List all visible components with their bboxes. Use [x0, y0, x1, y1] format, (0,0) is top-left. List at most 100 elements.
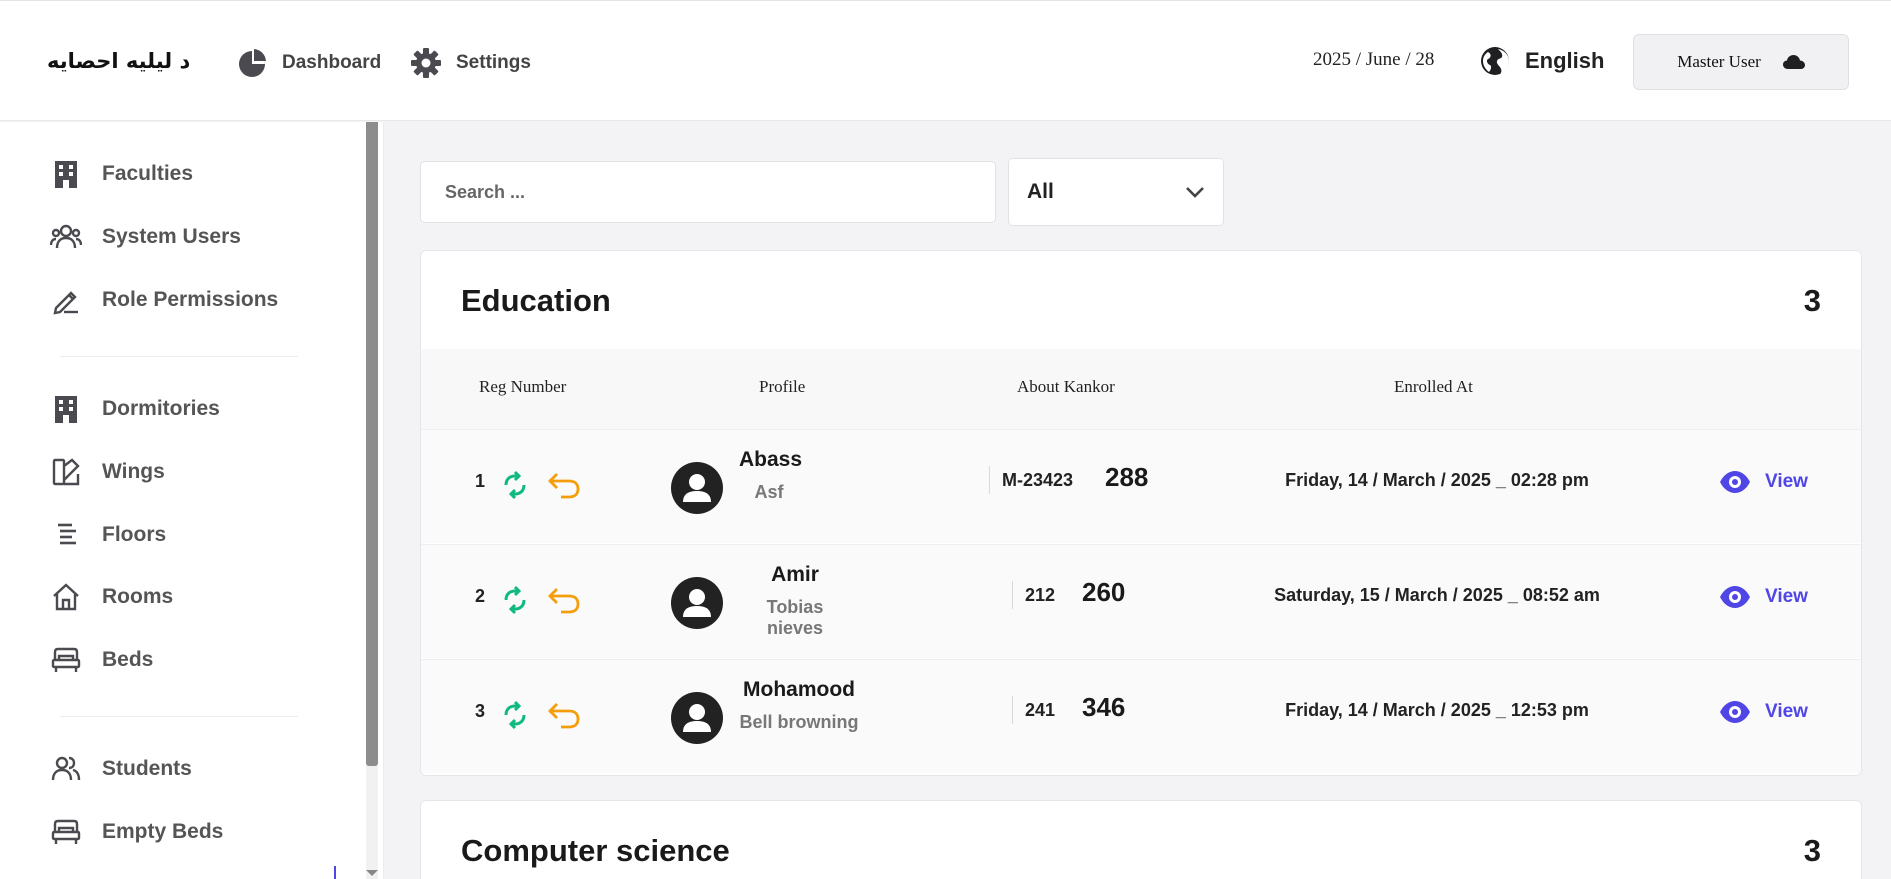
- sidebar-item-wings[interactable]: Wings: [50, 456, 165, 488]
- table-row: 3 Mohamood Bell browning 241 346 Friday,…: [421, 659, 1861, 773]
- table-row: 2 Amir Tobias nieves 212 260 Saturday, 1…: [421, 544, 1861, 658]
- pie-chart-icon: [239, 49, 266, 77]
- sidebar-item-label: Dormitories: [102, 397, 220, 420]
- eye-icon: [1720, 701, 1750, 723]
- sidebar-divider: [60, 356, 298, 357]
- undo-icon[interactable]: [547, 700, 581, 730]
- faculty-title: Education: [461, 283, 611, 318]
- floors-icon: [58, 523, 76, 545]
- avatar: [671, 692, 723, 744]
- pen-icon: [53, 291, 78, 315]
- bed-icon: [51, 819, 81, 844]
- globe-icon: [1481, 47, 1509, 75]
- undo-icon[interactable]: [547, 470, 581, 500]
- active-indicator: [334, 866, 336, 879]
- nav-settings-label: Settings: [456, 52, 531, 73]
- view-label: View: [1765, 586, 1808, 607]
- nav-dashboard-label: Dashboard: [282, 52, 382, 73]
- eye-icon: [1720, 471, 1750, 493]
- sidebar: Faculties System Users Role Permissions …: [0, 122, 384, 879]
- sidebar-item-label: System Users: [102, 225, 241, 248]
- user-name: Master User: [1677, 52, 1761, 71]
- search-input[interactable]: [420, 161, 996, 223]
- faculty-card: Computer science 3: [420, 800, 1862, 879]
- kankor-score: 288: [1105, 462, 1149, 492]
- sidebar-item-system-users[interactable]: System Users: [50, 221, 241, 253]
- sidebar-item-faculties[interactable]: Faculties: [50, 158, 193, 190]
- kankor-id: M-23423: [1002, 470, 1074, 490]
- col-about-kankor: About Kankor: [1017, 377, 1115, 396]
- sidebar-item-label: Wings: [102, 460, 165, 483]
- view-button[interactable]: View: [1719, 696, 1808, 728]
- col-enrolled-at: Enrolled At: [1394, 377, 1473, 396]
- wings-icon: [52, 458, 80, 486]
- col-reg-number: Reg Number: [479, 377, 567, 396]
- refresh-icon[interactable]: [501, 469, 529, 501]
- chevron-down-icon: [1186, 187, 1204, 198]
- reg-number: 1: [475, 471, 486, 491]
- sidebar-item-students[interactable]: Students: [50, 753, 192, 785]
- sidebar-item-label: Students: [102, 757, 192, 780]
- enrolled-date: Friday, 14 / March / 2025 _ 12:53 pm: [1285, 700, 1589, 720]
- eye-icon: [1720, 586, 1750, 608]
- faculty-filter-select[interactable]: All: [1008, 158, 1224, 226]
- select-value: All: [1027, 180, 1054, 203]
- student-father-name: Bell browning: [739, 712, 859, 732]
- sidebar-item-floors[interactable]: Floors: [50, 519, 166, 551]
- scroll-down-arrow-icon[interactable]: [366, 870, 378, 876]
- kankor-score: 346: [1082, 692, 1126, 722]
- sidebar-item-empty-beds[interactable]: Empty Beds: [50, 816, 223, 848]
- view-button[interactable]: View: [1719, 581, 1808, 613]
- view-label: View: [1765, 471, 1808, 492]
- sidebar-item-label: Rooms: [102, 585, 174, 608]
- view-button[interactable]: View: [1719, 466, 1808, 498]
- student-name: Abass: [739, 448, 803, 471]
- table-header: Reg Number Profile About Kankor Enrolled…: [421, 349, 1861, 431]
- top-header: د لیلیه احصایه Dashboard Settings 2025 /…: [0, 0, 1891, 121]
- kankor-divider: [1012, 581, 1013, 609]
- faculty-card: Education 3 Reg Number Profile About Kan…: [420, 250, 1862, 776]
- home-icon: [53, 583, 79, 611]
- header-date: 2025 / June / 28: [1313, 49, 1435, 70]
- undo-icon[interactable]: [547, 585, 581, 615]
- bed-icon: [51, 647, 81, 672]
- student-name: Amir: [771, 563, 819, 586]
- nav-settings[interactable]: Settings: [410, 47, 531, 79]
- cloud-icon: [1782, 55, 1805, 69]
- kankor-id: 212: [1025, 585, 1056, 605]
- sidebar-item-dormitories[interactable]: Dormitories: [50, 393, 220, 425]
- refresh-icon[interactable]: [501, 699, 529, 731]
- refresh-icon[interactable]: [501, 584, 529, 616]
- sidebar-item-beds[interactable]: Beds: [50, 644, 153, 676]
- avatar: [671, 577, 723, 629]
- sidebar-scrollbar-thumb[interactable]: [366, 122, 378, 766]
- view-label: View: [1765, 701, 1808, 722]
- building-icon: [55, 161, 77, 188]
- student-father-name: Asf: [754, 482, 784, 502]
- reg-number: 2: [475, 586, 486, 606]
- nav-dashboard[interactable]: Dashboard: [236, 47, 381, 79]
- student-father-name: Tobias nieves: [766, 597, 824, 638]
- kankor-divider: [1012, 696, 1013, 724]
- sidebar-item-label: Beds: [102, 648, 154, 671]
- faculty-title: Computer science: [461, 833, 730, 868]
- table-row: 1 Abass Asf M-23423 288 Friday, 14 / Mar…: [421, 429, 1861, 543]
- sidebar-item-role-permissions[interactable]: Role Permissions: [50, 284, 278, 316]
- gear-icon: [411, 48, 441, 78]
- user-menu-button[interactable]: Master User: [1633, 34, 1849, 90]
- users-icon: [50, 224, 82, 249]
- sidebar-divider: [60, 716, 298, 717]
- kankor-divider: [989, 466, 990, 494]
- language-label: English: [1525, 48, 1605, 73]
- sidebar-item-rooms[interactable]: Rooms: [50, 581, 173, 613]
- kankor-score: 260: [1082, 577, 1126, 607]
- enrolled-date: Friday, 14 / March / 2025 _ 02:28 pm: [1285, 470, 1589, 490]
- brand-title[interactable]: د لیلیه احصایه: [47, 49, 190, 73]
- faculty-count: 3: [1803, 833, 1821, 868]
- sidebar-item-label: Floors: [102, 523, 167, 546]
- reg-number: 3: [475, 701, 486, 721]
- building-icon: [55, 396, 77, 423]
- language-switcher[interactable]: English: [1479, 45, 1604, 77]
- student-name: Mohamood: [743, 678, 855, 701]
- avatar: [671, 462, 723, 514]
